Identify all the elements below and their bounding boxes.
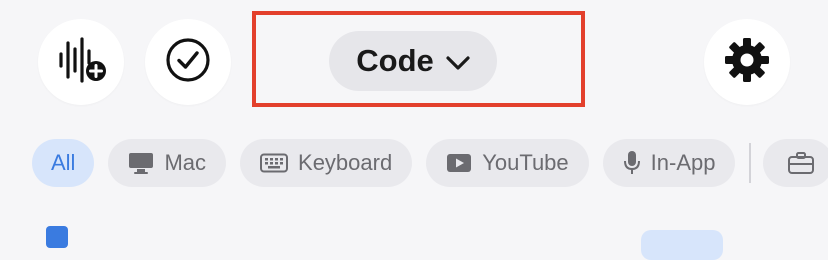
filter-chip-keyboard[interactable]: Keyboard <box>240 139 413 187</box>
keyboard-icon <box>260 153 289 173</box>
check-button[interactable] <box>145 19 231 105</box>
mode-label: Code <box>356 43 434 78</box>
filter-chip-in-app[interactable]: In-App <box>602 139 736 187</box>
filter-divider <box>749 143 752 183</box>
filter-chip-label: YouTube <box>482 150 569 175</box>
filter-chip-label: All <box>51 150 76 175</box>
filter-chip-mac[interactable]: Mac <box>108 139 227 187</box>
check-circle-icon <box>165 37 211 88</box>
microphone-icon <box>623 150 641 176</box>
waveform-plus-icon <box>55 36 107 88</box>
filter-bar: All Mac Keyboard YouTube In-App <box>32 139 828 187</box>
briefcase-icon <box>787 151 815 175</box>
filter-chip-all[interactable]: All <box>32 139 95 187</box>
filter-chip-label: In-App <box>650 150 716 175</box>
settings-button[interactable] <box>704 19 790 105</box>
filter-chip-label: Mac <box>164 150 207 175</box>
filter-chip-label: Keyboard <box>298 150 393 175</box>
chevron-down-icon <box>446 43 470 79</box>
filter-chip-youtube[interactable]: YouTube <box>426 139 589 187</box>
mode-selector-button[interactable]: Code <box>329 31 497 91</box>
filter-chip-work[interactable] <box>763 139 828 187</box>
monitor-icon <box>128 151 154 175</box>
list-item-peek <box>36 226 68 256</box>
record-button[interactable] <box>38 19 124 105</box>
play-icon <box>446 153 472 173</box>
list-item-badge <box>641 230 723 260</box>
gear-icon <box>723 36 771 89</box>
app-badge-icon <box>46 226 68 248</box>
